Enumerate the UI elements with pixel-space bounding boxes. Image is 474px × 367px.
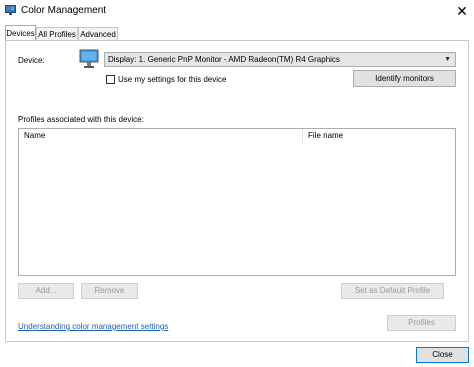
set-default-profile-button[interactable]: Set as Default Profile — [341, 283, 444, 299]
color-management-app-icon — [5, 5, 16, 15]
close-button[interactable]: Close — [416, 347, 469, 363]
device-label: Device: — [18, 56, 45, 65]
device-select-value: Display: 1. Generic PnP Monitor - AMD Ra… — [108, 55, 340, 64]
chevron-down-icon: ▼ — [444, 56, 451, 63]
remove-button[interactable]: Remove — [81, 283, 138, 299]
column-header-file-name[interactable]: File name — [303, 129, 455, 143]
tab-devices[interactable]: Devices — [5, 25, 36, 40]
device-select[interactable]: Display: 1. Generic PnP Monitor - AMD Ra… — [104, 52, 456, 67]
add-button[interactable]: Add... — [18, 283, 74, 299]
tab-all-profiles[interactable]: All Profiles — [36, 27, 78, 40]
use-my-settings-label: Use my settings for this device — [118, 75, 227, 84]
understanding-color-management-link[interactable]: Understanding color management settings — [18, 322, 168, 331]
profiles-button[interactable]: Profiles — [387, 315, 456, 331]
window-title: Color Management — [21, 5, 107, 16]
monitor-icon — [79, 49, 99, 68]
column-header-name[interactable]: Name — [19, 129, 302, 143]
title-bar: Color Management ✕ — [0, 0, 474, 22]
profiles-list[interactable]: Name File name — [18, 128, 456, 276]
identify-monitors-button[interactable]: Identify monitors — [353, 70, 456, 87]
window-close-button[interactable]: ✕ — [452, 1, 472, 21]
use-my-settings-checkbox[interactable] — [106, 75, 115, 84]
tab-advanced[interactable]: Advanced — [78, 27, 118, 40]
profiles-section-label: Profiles associated with this device: — [18, 115, 144, 124]
